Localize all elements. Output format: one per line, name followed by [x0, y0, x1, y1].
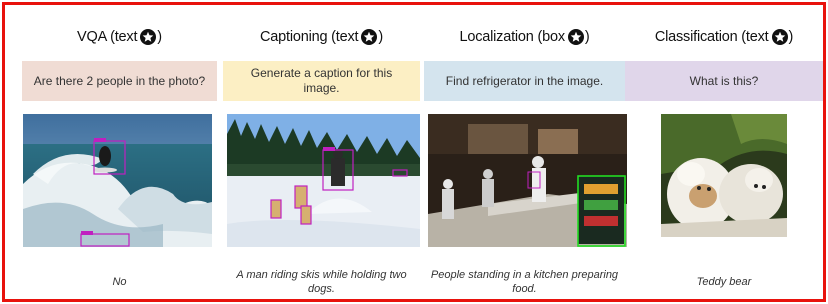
task-title-suffix: ): [584, 29, 590, 45]
task-title-suffix: ): [378, 29, 383, 45]
column-localization: Localization (box ) Find refrigerator in…: [424, 5, 627, 299]
star-in-circle-icon: [567, 29, 584, 45]
task-title-localization: Localization (box ): [424, 25, 625, 49]
prompt-box: Find refrigerator in the image.: [424, 61, 625, 101]
answer-text: No: [112, 276, 127, 288]
task-title-text: Localization (box: [459, 29, 565, 45]
answer-text: Teddy bear: [696, 276, 752, 288]
answer-text: People standing in a kitchen preparing f…: [430, 269, 619, 295]
task-title-text: Captioning (text: [260, 29, 359, 45]
column-vqa: VQA (text ) Are there 2 people in the ph…: [22, 5, 217, 299]
task-title-captioning: Captioning (text ): [223, 25, 420, 49]
star-in-circle-icon: [771, 29, 788, 45]
surfer-photo: [23, 114, 212, 247]
task-title-text: Classification (text: [654, 29, 769, 45]
answer-text: A man riding skis while holding two dogs…: [236, 269, 407, 295]
task-title-suffix: ): [157, 29, 162, 45]
column-classification: Classification (text ) What is this? Ted…: [625, 5, 823, 299]
column-captioning: Captioning (text ) Generate a caption fo…: [223, 5, 420, 299]
prompt-box: What is this?: [625, 61, 823, 101]
task-title-classification: Classification (text ): [625, 25, 823, 49]
task-title-vqa: VQA (text ): [22, 25, 217, 49]
skier-photo: [227, 114, 420, 247]
prompt-box: Generate a caption for this image.: [223, 61, 420, 101]
task-title-suffix: ): [788, 29, 794, 45]
kitchen-photo: [428, 114, 627, 247]
star-in-circle-icon: [361, 29, 378, 45]
star-in-circle-icon: [140, 29, 157, 45]
teddy-bear-photo: [661, 114, 787, 237]
prompt-box: Are there 2 people in the photo?: [22, 61, 217, 101]
figure-frame: VQA (text ) Are there 2 people in the ph…: [2, 2, 826, 302]
task-title-text: VQA (text: [77, 29, 138, 45]
